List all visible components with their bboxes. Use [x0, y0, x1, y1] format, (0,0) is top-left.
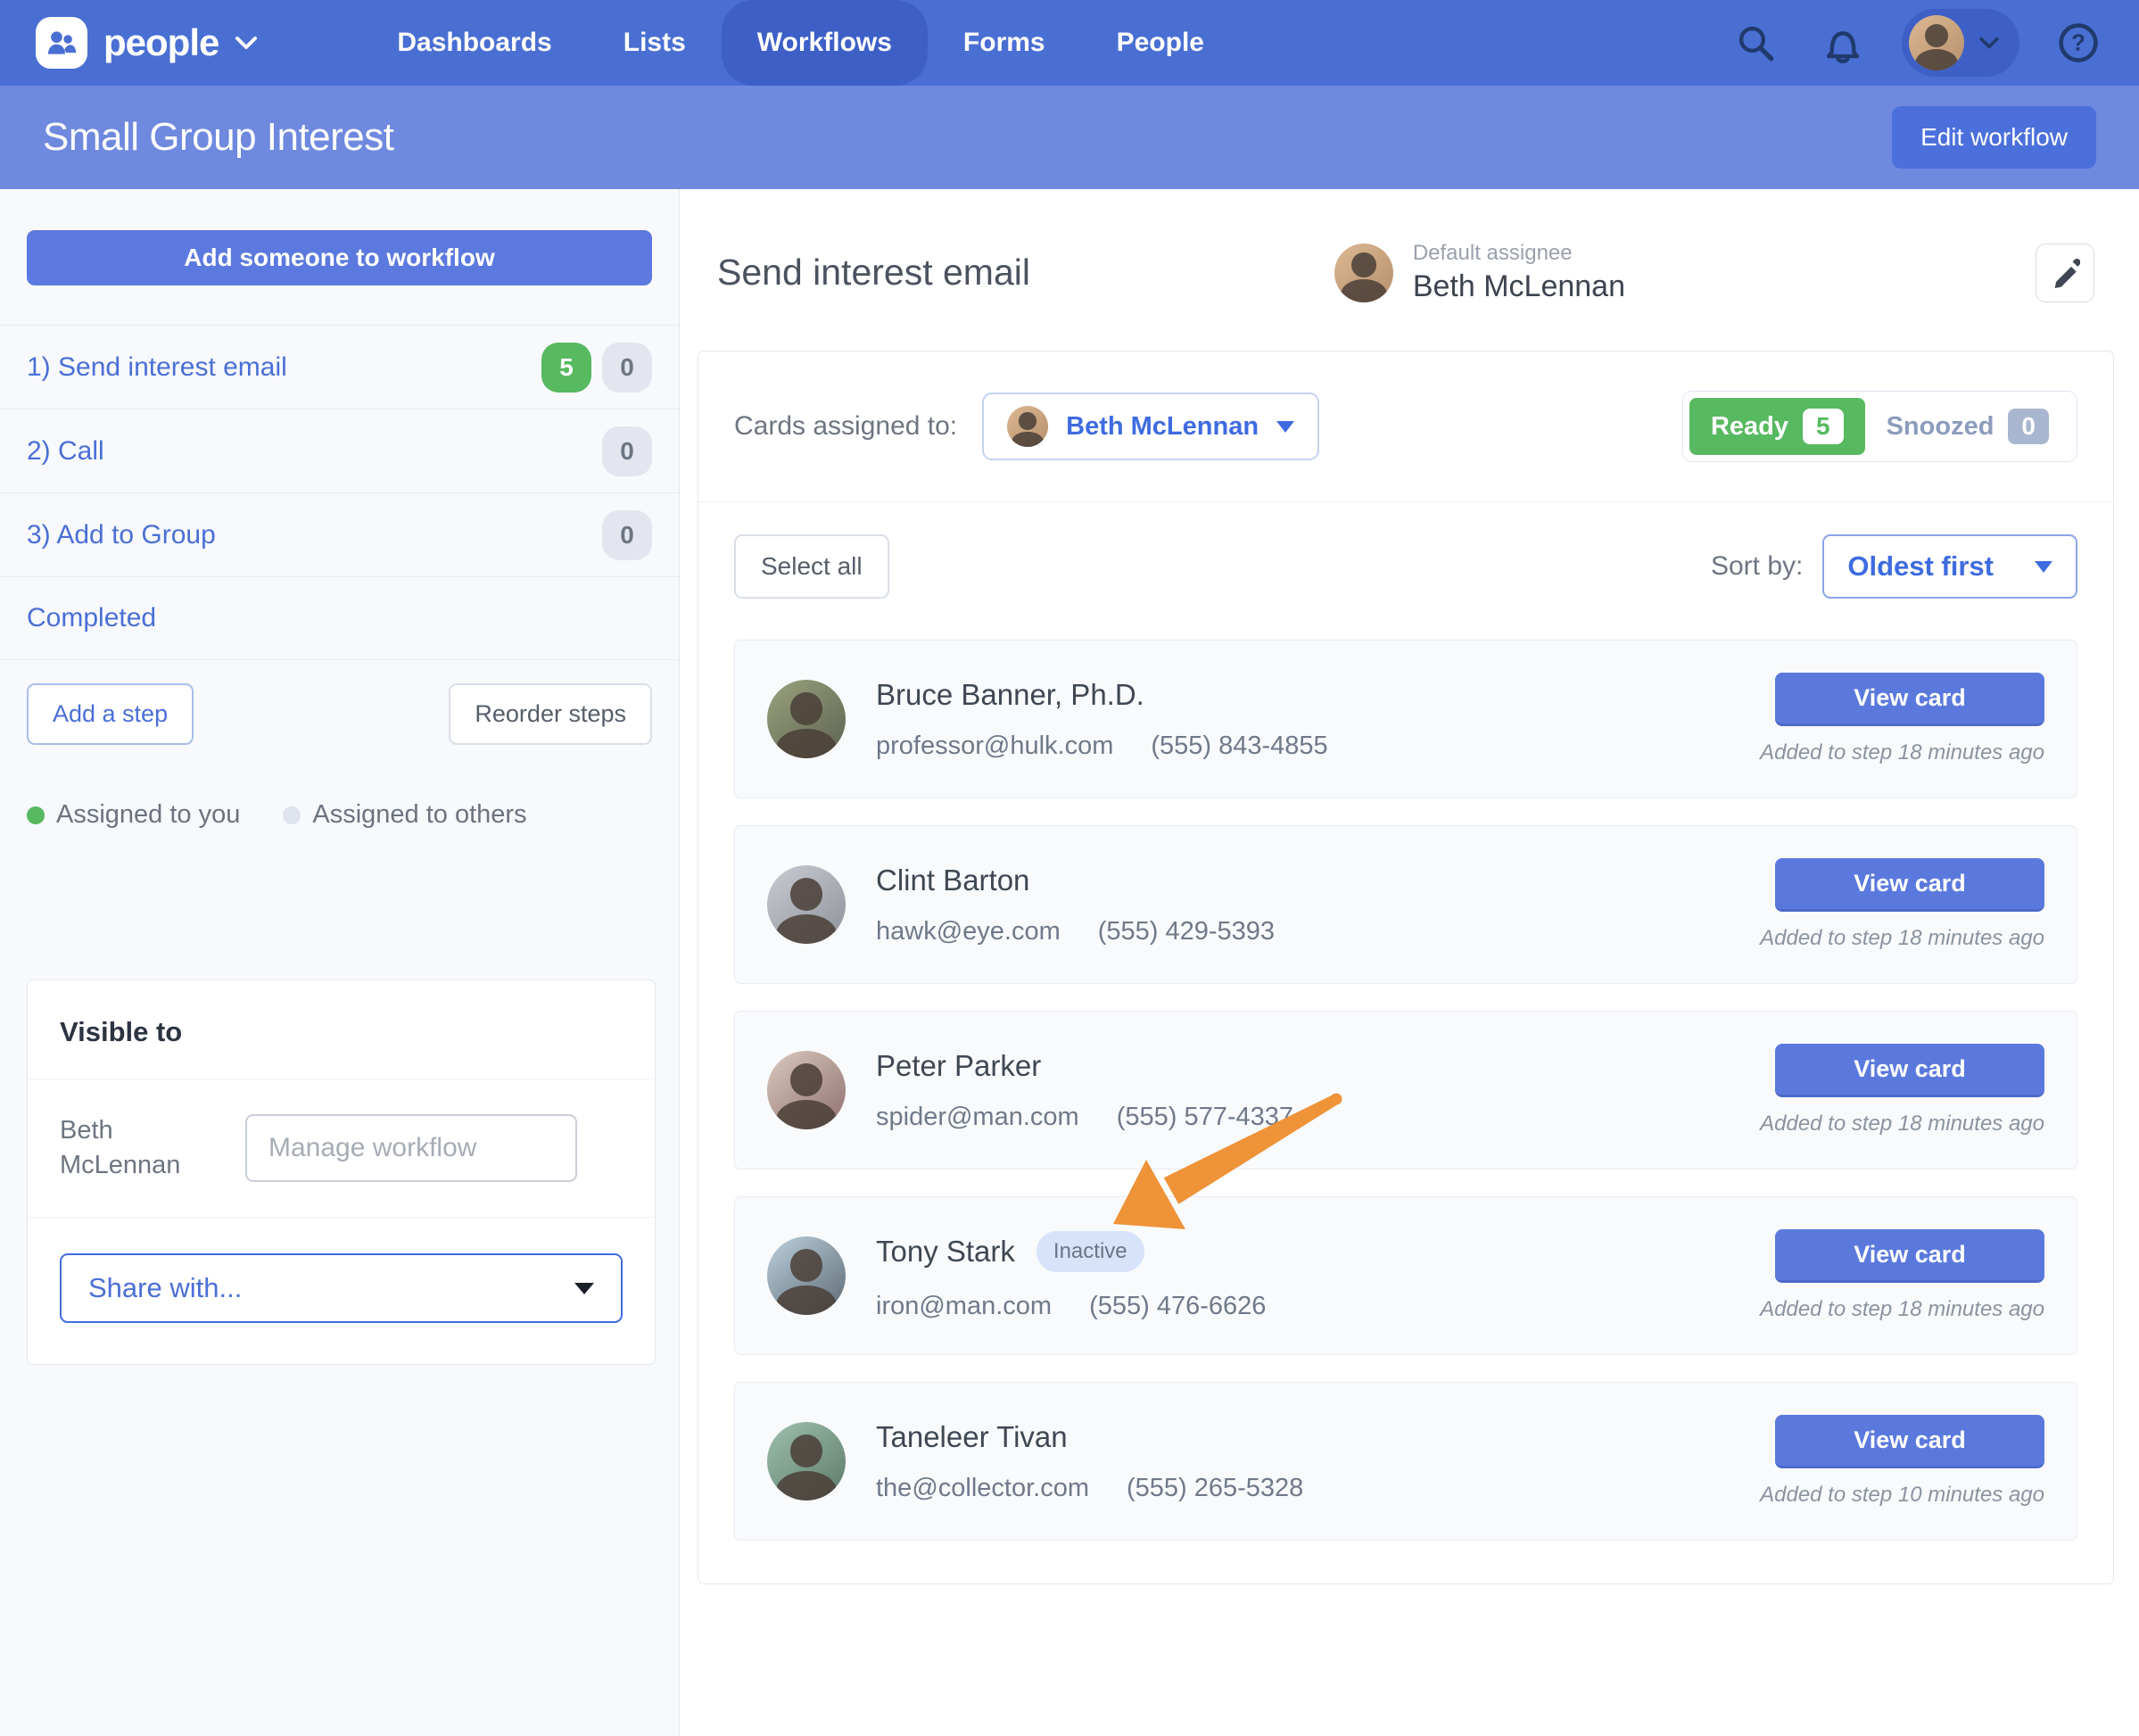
ready-tab[interactable]: Ready 5 [1689, 398, 1865, 455]
card-bruce-banner: Bruce Banner, Ph.D. professor@hulk.com(5… [734, 640, 2077, 798]
chevron-down-icon [1276, 421, 1294, 433]
chevron-down-icon [574, 1283, 594, 1294]
person-email: hawk@eye.com [876, 917, 1061, 946]
person-avatar [767, 1051, 846, 1129]
primary-nav: Dashboards Lists Workflows Forms People [361, 0, 1240, 86]
sort-select[interactable]: Oldest first [1822, 534, 2077, 599]
search-icon[interactable] [1727, 14, 1784, 71]
person-email: professor@hulk.com [876, 732, 1113, 760]
share-with-select[interactable]: Share with... [60, 1253, 623, 1323]
view-card-button[interactable]: View card [1775, 1415, 2044, 1468]
top-navbar: people Dashboards Lists Workflows Forms … [0, 0, 2139, 86]
added-to-step-text: Added to step 18 minutes ago [1760, 1297, 2044, 1322]
step-title: Send interest email [717, 252, 1030, 293]
person-phone: (555) 476-6626 [1089, 1292, 1266, 1320]
brand-chevron-down-icon [235, 35, 258, 51]
card-tony-stark: Tony Stark Inactive iron@man.com(555) 47… [734, 1196, 2077, 1355]
person-phone: (555) 843-4855 [1151, 732, 1327, 760]
page-title: Small Group Interest [43, 115, 394, 160]
ready-count-badge: 5 [541, 343, 591, 393]
view-card-button[interactable]: View card [1775, 673, 2044, 726]
nav-workflows[interactable]: Workflows [722, 0, 928, 86]
person-email: iron@man.com [876, 1292, 1052, 1320]
step-main-panel: Send interest email Default assignee Bet… [680, 189, 2139, 1736]
step-add-to-group[interactable]: 3) Add to Group 0 [0, 492, 679, 576]
cards-assigned-label: Cards assigned to: [734, 411, 957, 442]
people-logo-icon [36, 17, 87, 69]
pencil-icon [2050, 258, 2080, 288]
nav-dashboards[interactable]: Dashboards [361, 0, 587, 86]
ready-count: 5 [1803, 409, 1844, 444]
steps-list: 1) Send interest email 5 0 2) Call 0 3) … [0, 325, 679, 660]
view-card-button[interactable]: View card [1775, 1044, 2044, 1097]
manage-workflow-input[interactable] [245, 1114, 577, 1182]
cards-list: Bruce Banner, Ph.D. professor@hulk.com(5… [698, 608, 2113, 1583]
visible-to-panel: Visible to Beth McLennan Share with... [27, 980, 656, 1365]
assigned-to-others-dot [283, 806, 301, 824]
person-email: spider@man.com [876, 1103, 1079, 1131]
snoozed-tab[interactable]: Snoozed 0 [1865, 398, 2070, 455]
added-to-step-text: Added to step 18 minutes ago [1760, 740, 2044, 765]
ready-snoozed-toggle: Ready 5 Snoozed 0 [1682, 391, 2077, 462]
brand-name: people [103, 21, 219, 64]
added-to-step-text: Added to step 18 minutes ago [1760, 926, 2044, 951]
visible-to-person: Beth McLennan [60, 1113, 220, 1183]
edit-workflow-button[interactable]: Edit workflow [1892, 106, 2096, 169]
others-count-badge: 0 [602, 343, 652, 393]
user-menu-chevron-icon [1978, 36, 2000, 50]
view-card-button[interactable]: View card [1775, 858, 2044, 912]
others-count-badge: 0 [602, 426, 652, 476]
nav-forms[interactable]: Forms [928, 0, 1081, 86]
person-avatar [767, 680, 846, 758]
inactive-status-badge: Inactive [1036, 1231, 1144, 1272]
visible-to-title: Visible to [28, 980, 655, 1079]
person-avatar [767, 1236, 846, 1315]
others-count-badge: 0 [602, 510, 652, 560]
select-all-button[interactable]: Select all [734, 534, 889, 599]
person-phone: (555) 429-5393 [1098, 917, 1275, 946]
nav-lists[interactable]: Lists [588, 0, 722, 86]
help-icon[interactable]: ? [2050, 14, 2107, 71]
view-card-button[interactable]: View card [1775, 1229, 2044, 1283]
edit-assignee-button[interactable] [2036, 244, 2094, 302]
snoozed-count: 0 [2008, 409, 2049, 444]
workflow-header: Small Group Interest Edit workflow [0, 86, 2139, 189]
sort-by-label: Sort by: [1711, 551, 1803, 582]
person-email: the@collector.com [876, 1474, 1089, 1502]
added-to-step-text: Added to step 18 minutes ago [1760, 1112, 2044, 1137]
add-someone-button[interactable]: Add someone to workflow [27, 230, 652, 285]
card-peter-parker: Peter Parker spider@man.com(555) 577-433… [734, 1011, 2077, 1170]
card-clint-barton: Clint Barton hawk@eye.com(555) 429-5393 … [734, 825, 2077, 984]
filter-avatar [1007, 406, 1048, 447]
app-logo[interactable]: people [36, 17, 258, 69]
person-phone: (555) 577-4337 [1117, 1103, 1293, 1131]
nav-people[interactable]: People [1081, 0, 1240, 86]
assignee-avatar [1334, 244, 1393, 302]
step-call[interactable]: 2) Call 0 [0, 409, 679, 492]
added-to-step-text: Added to step 10 minutes ago [1760, 1483, 2044, 1508]
cards-assigned-select[interactable]: Beth McLennan [982, 393, 1319, 460]
assigned-to-you-dot [27, 806, 45, 824]
add-step-button[interactable]: Add a step [27, 683, 194, 745]
step-completed[interactable]: Completed [0, 576, 679, 660]
person-avatar [767, 1422, 846, 1500]
default-assignee: Default assignee Beth McLennan [1334, 241, 1625, 304]
user-avatar [1909, 15, 1964, 70]
person-phone: (555) 265-5328 [1127, 1474, 1303, 1502]
svg-text:?: ? [2071, 30, 2085, 55]
person-avatar [767, 865, 846, 944]
card-taneleer-tivan: Taneleer Tivan the@collector.com(555) 26… [734, 1382, 2077, 1541]
workflow-sidebar: Add someone to workflow 1) Send interest… [0, 189, 680, 1736]
reorder-steps-button[interactable]: Reorder steps [449, 683, 652, 745]
step-send-interest-email[interactable]: 1) Send interest email 5 0 [0, 325, 679, 409]
chevron-down-icon [2035, 561, 2052, 573]
user-menu[interactable] [1902, 9, 2019, 77]
notifications-bell-icon[interactable] [1814, 14, 1871, 71]
assignment-legend: Assigned to you Assigned to others [27, 800, 652, 830]
